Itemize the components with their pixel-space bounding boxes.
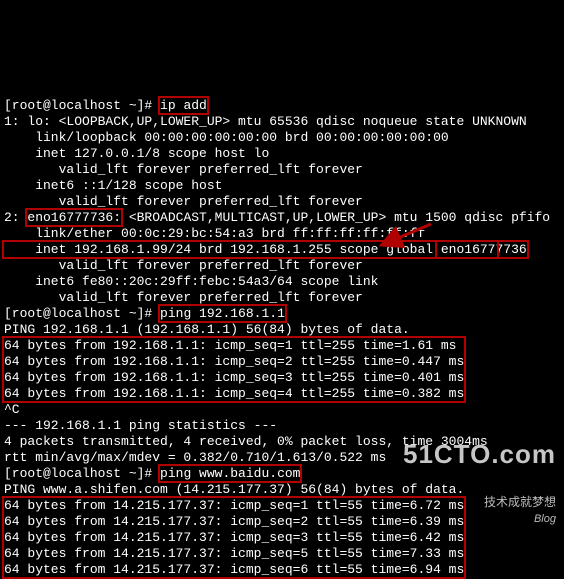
if2-idx: 2: xyxy=(4,210,27,225)
ip-line: inet6 ::1/128 scope host xyxy=(4,178,222,193)
cmd-ip-add: ip add xyxy=(160,98,207,113)
break: ^C xyxy=(4,578,20,579)
watermark-blog: Blog xyxy=(534,513,556,525)
ip-line: 1: lo: <LOOPBACK,UP,LOWER_UP> mtu 65536 … xyxy=(4,114,527,129)
ip-line: link/loopback 00:00:00:00:00:00 brd 00:0… xyxy=(4,130,449,145)
watermark-main: 51CTO.com xyxy=(403,446,556,462)
watermark-sub: 技术成就梦想 xyxy=(484,495,556,509)
ping-replies-block: 64 bytes from 14.215.177.37: icmp_seq=1 … xyxy=(4,498,464,577)
cmd-ping-gateway: ping 192.168.1.1 xyxy=(160,306,285,321)
ping-reply: 64 bytes from 192.168.1.1: icmp_seq=3 tt… xyxy=(4,370,464,385)
ip-line: valid_lft forever preferred_lft forever xyxy=(4,194,363,209)
if2-inet: inet 192.168.1.99/24 brd 192.168.1.255 s… xyxy=(4,242,527,257)
cmd-ping-baidu: ping www.baidu.com xyxy=(160,466,300,481)
ping-replies-block: 64 bytes from 192.168.1.1: icmp_seq=1 tt… xyxy=(4,338,464,401)
ping-stats: rtt min/avg/max/mdev = 0.382/0.710/1.613… xyxy=(4,450,386,465)
interface-name: eno16777736: xyxy=(27,210,121,225)
ip-line: inet 127.0.0.1/8 scope host lo xyxy=(4,146,269,161)
ping-reply: 64 bytes from 14.215.177.37: icmp_seq=6 … xyxy=(4,562,464,577)
ping-reply: 64 bytes from 192.168.1.1: icmp_seq=2 tt… xyxy=(4,354,464,369)
ping-reply: 64 bytes from 14.215.177.37: icmp_seq=2 … xyxy=(4,514,464,529)
break: ^C xyxy=(4,402,20,417)
ip-line: inet6 fe80::20c:29ff:febc:54a3/64 scope … xyxy=(4,274,378,289)
ping-header: PING 192.168.1.1 (192.168.1.1) 56(84) by… xyxy=(4,322,410,337)
watermark: 51CTO.com 技术成就梦想 Blog xyxy=(403,414,556,543)
if2-link: link/ether 00:0c:29:bc:54:a3 brd ff:ff:f… xyxy=(4,226,425,241)
prompt: [root@localhost ~]# xyxy=(4,466,152,481)
ping-reply: 64 bytes from 192.168.1.1: icmp_seq=4 tt… xyxy=(4,386,464,401)
ping-header: PING www.a.shifen.com (14.215.177.37) 56… xyxy=(4,482,464,497)
prompt: [root@localhost ~]# xyxy=(4,98,152,113)
ping-reply: 64 bytes from 14.215.177.37: icmp_seq=3 … xyxy=(4,530,464,545)
ping-reply: 64 bytes from 192.168.1.1: icmp_seq=1 tt… xyxy=(4,338,456,353)
ip-line: valid_lft forever preferred_lft forever xyxy=(4,290,363,305)
prompt: [root@localhost ~]# xyxy=(4,306,152,321)
ping-reply: 64 bytes from 14.215.177.37: icmp_seq=1 … xyxy=(4,498,464,513)
ip-line: valid_lft forever preferred_lft forever xyxy=(4,162,363,177)
ping-stats: --- 192.168.1.1 ping statistics --- xyxy=(4,418,277,433)
ip-line: valid_lft forever preferred_lft forever xyxy=(4,258,363,273)
if2-flags: <BROADCAST,MULTICAST,UP,LOWER_UP> mtu 15… xyxy=(121,210,550,225)
ping-reply: 64 bytes from 14.215.177.37: icmp_seq=5 … xyxy=(4,546,464,561)
